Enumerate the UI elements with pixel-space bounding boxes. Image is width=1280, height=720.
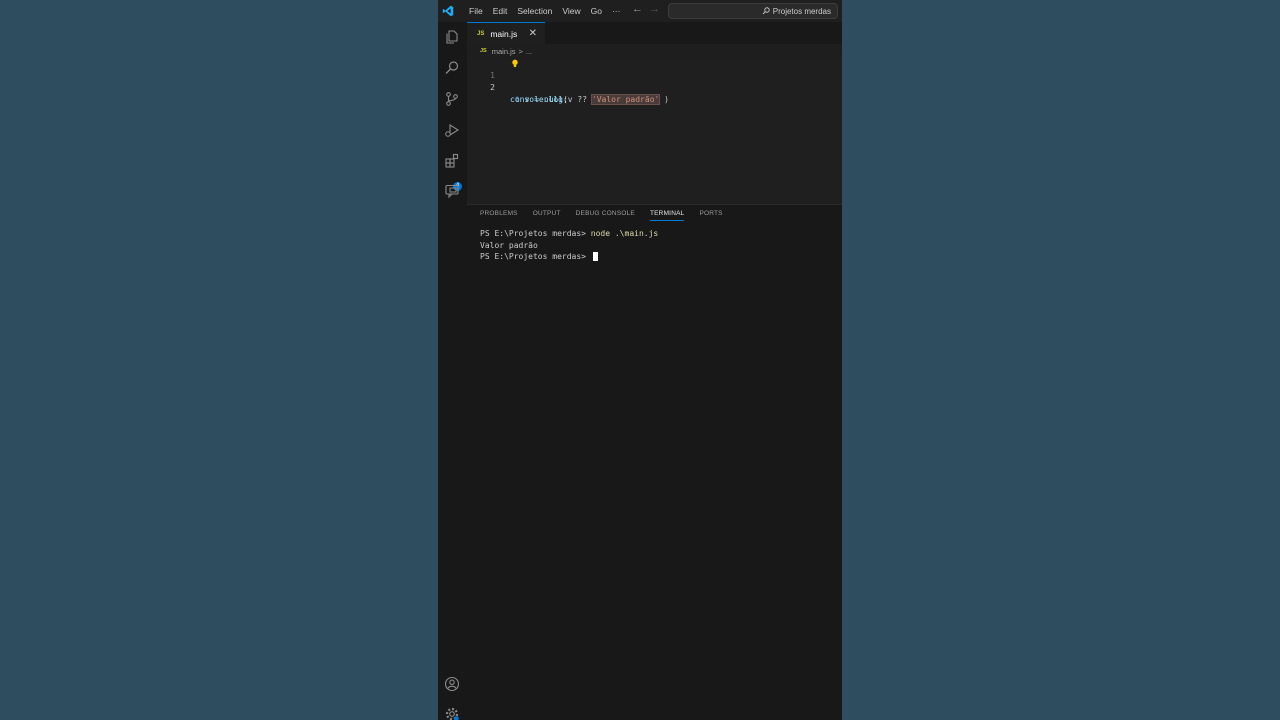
tab-terminal[interactable]: TERMINAL [649,210,685,221]
javascript-file-icon: JS [477,30,485,37]
terminal[interactable]: PS E:\Projetos merdas> node .\main.js Va… [480,228,658,263]
code-function: console.log [510,95,563,104]
breadcrumb-more[interactable]: ... [526,47,532,56]
breadcrumb-separator: > [518,46,523,56]
code-line-2: 2 console.log(v ?? 'Valor padrão' ) [467,70,842,105]
terminal-prompt: PS E:\Projetos merdas> [480,252,591,261]
menu-bar: File Edit Selection View Go ··· [464,0,625,22]
bottom-panel: PROBLEMS OUTPUT DEBUG CONSOLE TERMINAL P… [467,204,842,720]
run-debug-icon[interactable] [444,122,460,138]
tab-label: main.js [490,28,518,39]
terminal-prompt: PS E:\Projetos merdas> [480,229,591,238]
lightbulb-icon[interactable] [511,59,519,68]
tab-problems[interactable]: PROBLEMS [480,210,518,221]
account-icon[interactable] [444,676,460,692]
nav-arrows: ← → [632,3,660,15]
code-text: console.log(v ?? 'Valor padrão' ) [510,94,669,106]
code-string: 'Valor padrão' [590,94,661,105]
terminal-command: node .\main.js [590,229,659,238]
code-line-1: 1 t v = null; [467,58,842,104]
code-close: ) [659,95,669,104]
forward-arrow-icon[interactable]: → [649,3,660,15]
terminal-cursor [592,252,598,261]
tab-output[interactable]: OUTPUT [533,210,561,221]
remote-explorer-icon[interactable] [444,183,460,199]
editor-tab-bar: JS main.js ✕ [467,22,842,44]
back-arrow-icon[interactable]: ← [632,3,643,15]
javascript-file-icon: JS [480,48,487,54]
search-icon [762,7,770,15]
tab-debug-console[interactable]: DEBUG CONSOLE [576,210,635,221]
extensions-icon[interactable] [444,153,460,169]
menu-selection[interactable]: Selection [512,6,557,16]
menu-edit[interactable]: Edit [488,6,513,16]
menu-more[interactable]: ··· [607,6,626,16]
tab-main-js[interactable]: JS main.js ✕ [467,22,545,44]
activity-bar: 4 [438,22,467,720]
tab-ports[interactable]: PORTS [699,210,722,221]
explorer-icon[interactable] [444,29,460,45]
close-icon[interactable]: ✕ [529,28,537,39]
terminal-line: PS E:\Projetos merdas> [480,251,658,263]
terminal-line: PS E:\Projetos merdas> node .\main.js [480,228,658,240]
line-number: 2 [490,83,495,92]
settings-gear-icon[interactable] [444,706,460,720]
terminal-output: Valor padrão [480,240,538,250]
breadcrumb: JS main.js > ... [467,44,842,58]
breadcrumb-file[interactable]: main.js [492,47,516,56]
command-center-label: Projetos merdas [772,6,831,16]
code-args: (v ?? [562,95,592,104]
menu-view[interactable]: View [557,6,585,16]
title-bar: File Edit Selection View Go ··· ← → Proj… [438,0,842,22]
source-control-icon[interactable] [444,91,460,107]
panel-tabs: PROBLEMS OUTPUT DEBUG CONSOLE TERMINAL P… [480,210,723,221]
search-icon[interactable] [444,60,460,76]
menu-file[interactable]: File [464,6,488,16]
menu-go[interactable]: Go [586,6,607,16]
command-center[interactable]: Projetos merdas [668,3,838,19]
vscode-window: File Edit Selection View Go ··· ← → Proj… [438,0,842,720]
vscode-logo-icon [442,5,454,17]
code-editor[interactable]: 1 t v = null; 2 console.log(v ?? 'Valor … [467,58,842,204]
